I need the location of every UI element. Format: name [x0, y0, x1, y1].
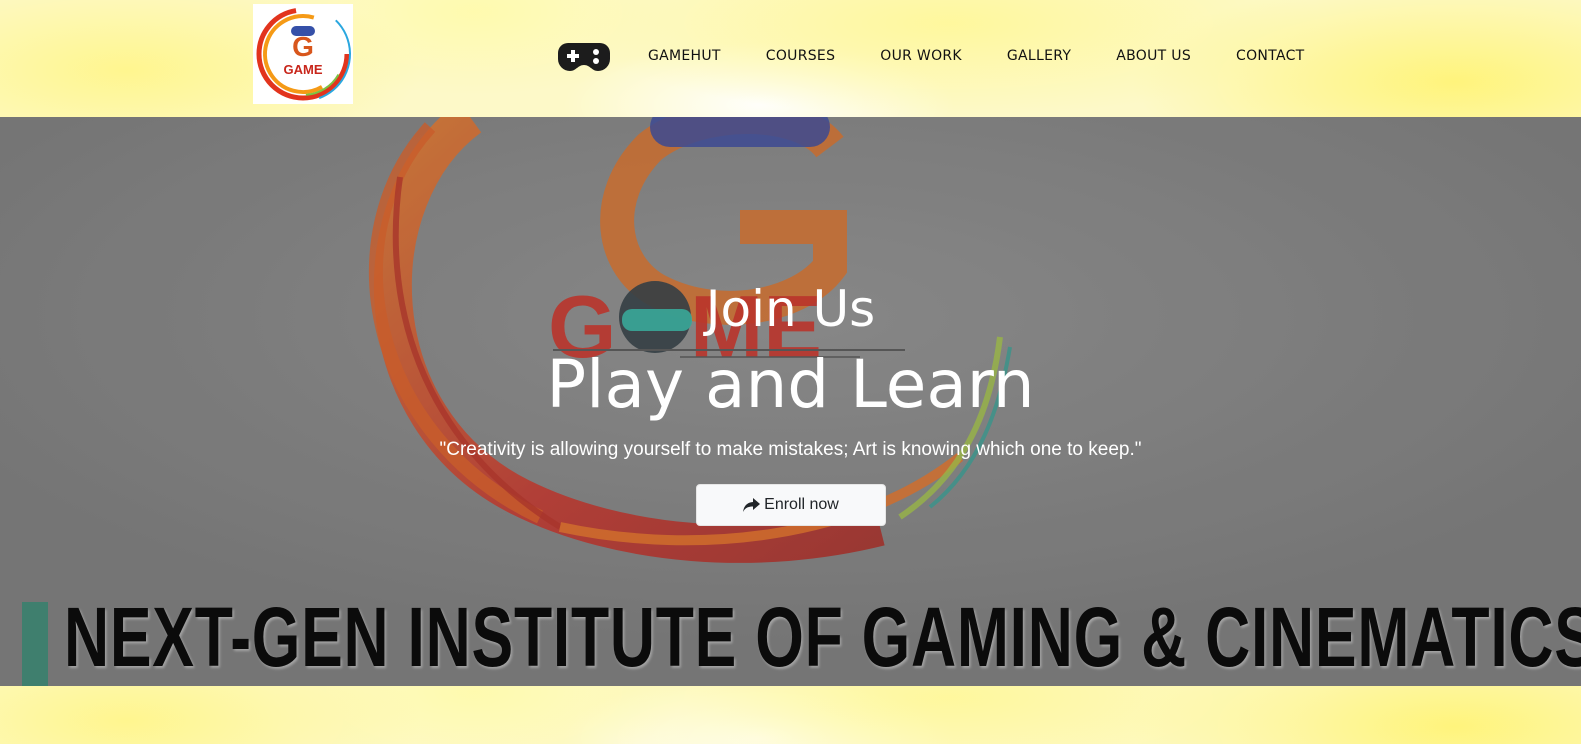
nav-item-gamehut[interactable]: GAMEHUT: [648, 48, 721, 64]
gamepad-icon[interactable]: [558, 41, 610, 71]
svg-text:GAME: GAME: [284, 62, 323, 77]
hero-section: G ME Join Us Play and Learn "Creativity …: [0, 117, 1581, 686]
share-arrow-icon: [743, 498, 761, 512]
main-nav: GAMEHUT COURSES OUR WORK GALLERY ABOUT U…: [558, 38, 1305, 74]
nav-item-contact[interactable]: CONTACT: [1236, 48, 1305, 64]
nav-item-about-us[interactable]: ABOUT US: [1116, 48, 1191, 64]
enroll-now-button[interactable]: Enroll now: [696, 484, 886, 526]
site-header: G GAME GAMEHUT COURSES OUR WORK GALLERY …: [0, 0, 1581, 117]
institute-heading: NEXT-GEN INSTITUTE OF GAMING & CINEMATIC…: [64, 590, 1581, 684]
nav-item-gallery[interactable]: GALLERY: [1007, 48, 1071, 64]
site-logo[interactable]: G GAME: [253, 4, 353, 104]
nav-item-our-work[interactable]: OUR WORK: [880, 48, 962, 64]
hero-join-text: Join Us: [705, 280, 876, 338]
enroll-now-label: Enroll now: [764, 496, 839, 513]
hero-title: Play and Learn: [546, 346, 1035, 423]
bottom-banner: [0, 686, 1581, 744]
hero-quote: "Creativity is allowing yourself to make…: [439, 439, 1142, 460]
accent-bar: [22, 602, 48, 686]
nav-item-courses[interactable]: COURSES: [766, 48, 836, 64]
gamehut-logo-icon: G GAME: [255, 6, 351, 102]
